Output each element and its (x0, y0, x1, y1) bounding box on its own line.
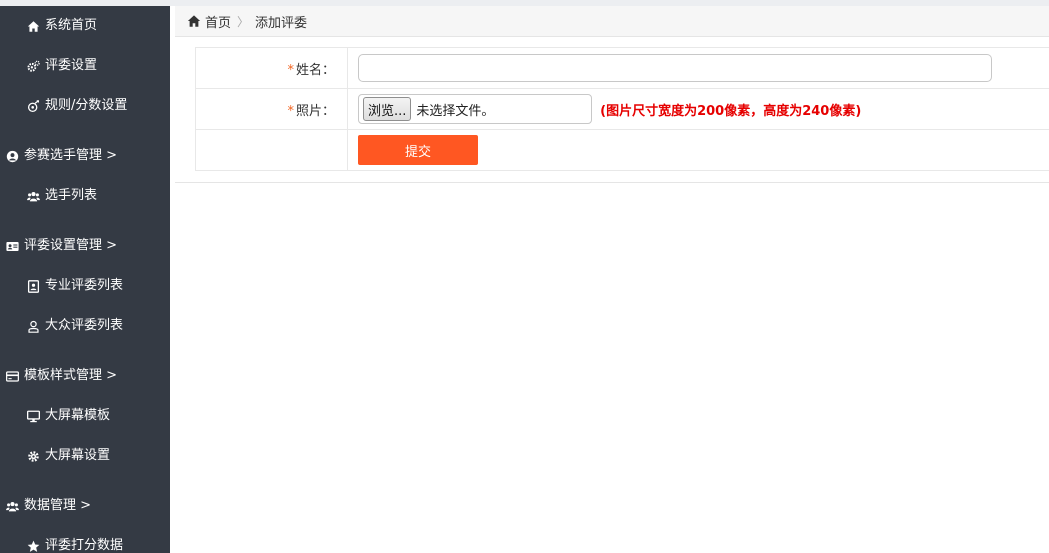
browse-button[interactable]: 浏览... (363, 97, 412, 121)
sidebar-item-screen-settings[interactable]: 大屏幕设置 (26, 446, 110, 466)
user-outline-icon (26, 319, 41, 334)
home-icon (26, 19, 41, 34)
sidebar-item-label: 规则/分数设置 (45, 98, 128, 113)
form-panel: * 姓名： * 照片： 浏览... 未选择文件。 (图片尺寸宽度为200像素，高度为… (175, 37, 1049, 183)
user-circle-icon (5, 149, 20, 164)
breadcrumb-separator: 〉 (237, 14, 250, 29)
sidebar-group-templates[interactable]: 模板样式管理 > (5, 366, 117, 386)
form-row-name: * 姓名： (195, 47, 1049, 89)
sidebar-item-screen-template[interactable]: 大屏幕模板 (26, 406, 110, 426)
submit-field-cell: 提交 (347, 129, 1049, 171)
sidebar-item-label: 大屏幕模板 (45, 408, 111, 423)
photo-label: 照片： (295, 103, 335, 119)
sidebar-group-label: 数据管理 > (24, 498, 92, 513)
photo-size-hint: (图片尺寸宽度为200像素，高度为240像素) (600, 103, 862, 119)
sidebar-item-contestant-list[interactable]: 选手列表 (26, 186, 97, 206)
id-card-icon (5, 239, 20, 254)
name-label: 姓名： (295, 62, 335, 78)
sidebar-item-public-judges[interactable]: 大众评委列表 (26, 316, 123, 336)
rules-icon (26, 99, 41, 114)
sidebar-group-data[interactable]: 数据管理 > (5, 496, 91, 516)
name-input[interactable] (358, 54, 992, 82)
breadcrumb-home-link[interactable]: 首页 (205, 12, 231, 31)
photo-file-input[interactable]: 浏览... 未选择文件。 (358, 94, 592, 124)
sidebar-item-pro-judges[interactable]: 专业评委列表 (26, 276, 123, 296)
form-row-submit: 提交 (195, 129, 1049, 171)
sidebar-group-label: 模板样式管理 > (24, 368, 118, 383)
sidebar-item-label: 大屏幕设置 (45, 448, 111, 463)
sidebar-item-rules[interactable]: 规则/分数设置 (26, 96, 127, 116)
sidebar-item-label: 选手列表 (45, 188, 98, 203)
sidebar-item-label: 系统首页 (45, 18, 98, 33)
empty-label-cell (195, 129, 348, 171)
star-icon (26, 539, 41, 553)
required-mark: * (287, 62, 294, 78)
sidebar-group-label: 评委设置管理 > (24, 238, 118, 253)
main-content: 首页 〉 添加评委 * 姓名： * 照片： 浏览... 未选择文件。 (图片尺寸… (170, 6, 1049, 553)
breadcrumb-current: 添加评委 (255, 15, 308, 31)
sidebar-item-judge-settings[interactable]: 评委设置 (26, 56, 97, 76)
users-icon (26, 189, 41, 204)
photo-field-cell: 浏览... 未选择文件。 (图片尺寸宽度为200像素，高度为240像素) (347, 88, 1049, 130)
form-row-photo: * 照片： 浏览... 未选择文件。 (图片尺寸宽度为200像素，高度为240像素… (195, 88, 1049, 130)
sidebar-item-label: 专业评委列表 (45, 278, 124, 293)
sidebar-item-home[interactable]: 系统首页 (26, 16, 97, 36)
sidebar-item-label: 评委打分数据 (45, 538, 124, 553)
portrait-icon (26, 279, 41, 294)
home-icon (187, 14, 201, 28)
sidebar-item-scoring-data[interactable]: 评委打分数据 (26, 536, 123, 553)
sidebar-item-label: 大众评委列表 (45, 318, 124, 333)
gears-icon (26, 59, 41, 74)
required-mark: * (287, 103, 294, 119)
submit-button[interactable]: 提交 (358, 135, 478, 165)
users-icon (5, 499, 20, 514)
sidebar-group-label: 参赛选手管理 > (24, 148, 118, 163)
gear-icon (26, 449, 41, 464)
sidebar: 系统首页 评委设置 规则/分数设置 参赛选手管理 > 选手列表 评委设置管理 >… (0, 6, 170, 553)
credit-card-icon (5, 369, 20, 384)
breadcrumb: 首页 〉 添加评委 (175, 6, 1049, 37)
name-field-cell (347, 47, 1049, 89)
sidebar-group-contestants[interactable]: 参赛选手管理 > (5, 146, 117, 166)
photo-label-cell: * 照片： (195, 88, 348, 130)
name-label-cell: * 姓名： (195, 47, 348, 89)
sidebar-item-label: 评委设置 (45, 58, 98, 73)
monitor-icon (26, 409, 41, 424)
file-status: 未选择文件。 (416, 103, 495, 119)
add-judge-form: * 姓名： * 照片： 浏览... 未选择文件。 (图片尺寸宽度为200像素，高度为… (195, 47, 1049, 171)
sidebar-group-judges[interactable]: 评委设置管理 > (5, 236, 117, 256)
